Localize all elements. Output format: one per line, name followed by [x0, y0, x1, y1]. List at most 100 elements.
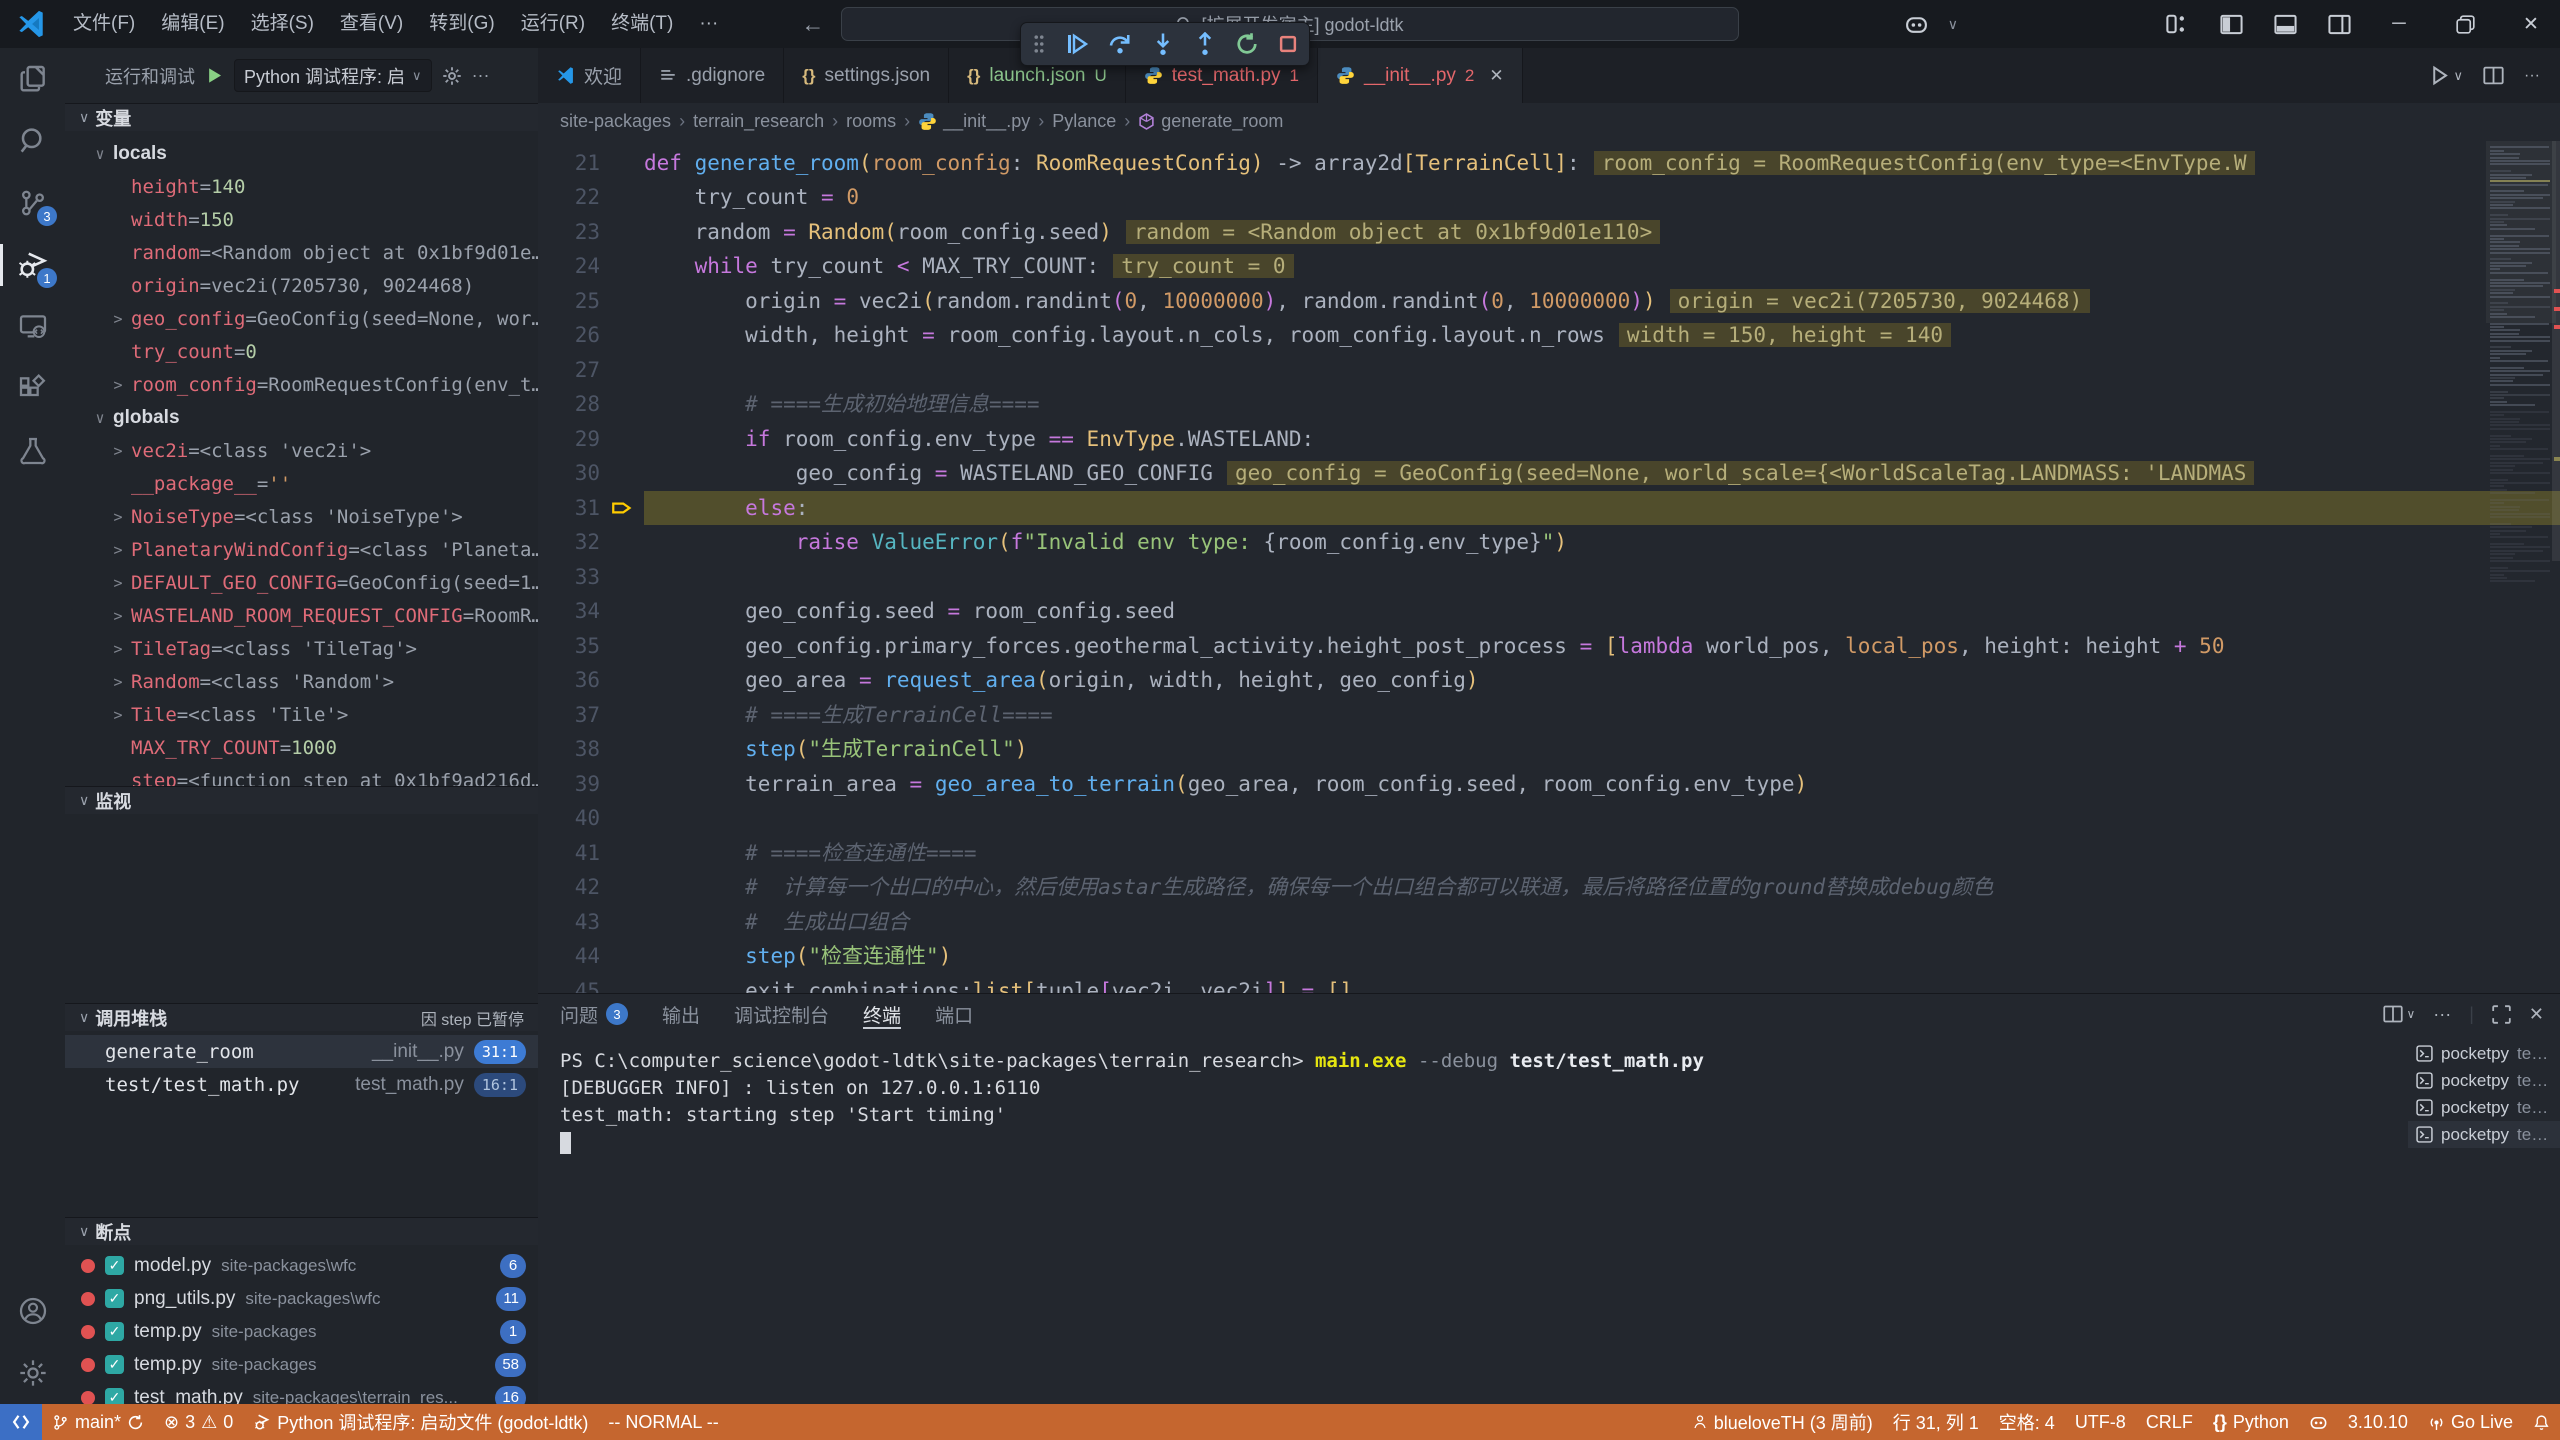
language-mode[interactable]: {}Python [2203, 1404, 2299, 1440]
code-line[interactable]: 45 exit_combinations:list[tuple[vec2i, v… [538, 974, 2560, 994]
call-stack-frame[interactable]: generate_room__init__.py31:1 [65, 1035, 538, 1068]
more-actions-icon[interactable]: ··· [2433, 1004, 2451, 1025]
tab--gdignore[interactable]: .gdignore [641, 48, 784, 103]
code-line[interactable]: 35 geo_config.primary_forces.geothermal_… [538, 629, 2560, 664]
continue-icon[interactable] [1065, 32, 1089, 56]
menu-item[interactable]: 终端(T) [598, 7, 686, 41]
code-line[interactable]: 24 while try_count < MAX_TRY_COUNT:try_c… [538, 249, 2560, 284]
breadcrumb-item[interactable]: generate_room [1138, 111, 1283, 132]
testing-activity-item[interactable] [0, 420, 65, 482]
variable-row[interactable]: width = 150 [65, 203, 538, 236]
watch-header[interactable]: ∨监视 [65, 787, 538, 814]
extensions-activity-item[interactable] [0, 358, 65, 420]
terminal-output[interactable]: PS C:\computer_science\godot-ldtk\site-p… [538, 1034, 2408, 1404]
breadcrumb-item[interactable]: rooms [846, 111, 896, 132]
code-line[interactable]: 40 [538, 801, 2560, 836]
menu-item[interactable]: ··· [686, 7, 731, 41]
back-arrow-icon[interactable]: ← [801, 11, 824, 38]
editor-scrollbar[interactable] [2552, 139, 2560, 993]
indentation[interactable]: 空格: 4 [1989, 1404, 2065, 1440]
code-line[interactable]: 34 geo_config.seed = room_config.seed [538, 594, 2560, 629]
cursor-position[interactable]: 行 31, 列 1 [1883, 1404, 1989, 1440]
code-line[interactable]: 42 # 计算每一个出口的中心，然后使用astar生成路径，确保每一个出口组合都… [538, 870, 2560, 905]
close-panel-icon[interactable]: ✕ [2529, 1004, 2544, 1025]
variable-row[interactable]: >PlanetaryWindConfig = <class 'Planeta… [65, 533, 538, 566]
code-line[interactable]: 39 terrain_area = geo_area_to_terrain(ge… [538, 767, 2560, 802]
run-button[interactable]: ∨ [2429, 65, 2464, 86]
git-branch[interactable]: main* [42, 1404, 154, 1440]
code-line[interactable]: 41 # ====检查连通性==== [538, 836, 2560, 871]
step-into-icon[interactable] [1151, 32, 1175, 56]
code-line[interactable]: 23 random = Random(room_config.seed)rand… [538, 215, 2560, 250]
variable-row[interactable]: MAX_TRY_COUNT = 1000 [65, 731, 538, 764]
split-terminal-icon[interactable]: ∨ [2383, 1004, 2415, 1024]
files-activity-item[interactable] [0, 48, 65, 110]
start-debug-icon[interactable] [205, 66, 224, 85]
code-line[interactable]: 25 origin = vec2i(random.randint(0, 1000… [538, 284, 2560, 319]
code-line[interactable]: 28 # ====生成初始地理信息==== [538, 387, 2560, 422]
debug-activity-item[interactable]: 1 [0, 234, 65, 296]
maximize-panel-icon[interactable] [2492, 1005, 2511, 1024]
menu-item[interactable]: 选择(S) [238, 7, 327, 41]
breakpoint-row[interactable]: ✓temp.pysite-packages58 [65, 1348, 538, 1381]
code-line[interactable]: 44 step("检查连通性") [538, 939, 2560, 974]
code-line[interactable]: 36 geo_area = request_area(origin, width… [538, 663, 2560, 698]
more-actions-icon[interactable]: ··· [472, 65, 490, 86]
variables-header[interactable]: ∨变量 [65, 104, 538, 131]
code-editor[interactable]: 2021def generate_room(room_config: RoomR… [538, 139, 2560, 993]
breadcrumb-item[interactable]: terrain_research [693, 111, 824, 132]
menu-item[interactable]: 文件(F) [60, 7, 148, 41]
terminal-list-item[interactable]: pocketpyte… [2408, 1094, 2560, 1121]
terminal-list-item[interactable]: pocketpyte… [2408, 1067, 2560, 1094]
panel-tab-调试控制台[interactable]: 调试控制台 [734, 994, 829, 1034]
breakpoint-checkbox[interactable]: ✓ [105, 1289, 124, 1308]
variable-row[interactable]: >DEFAULT_GEO_CONFIG = GeoConfig(seed=1… [65, 566, 538, 599]
variable-row[interactable]: >geo_config = GeoConfig(seed=None, wor… [65, 302, 538, 335]
breadcrumb-item[interactable]: Pylance [1052, 111, 1116, 132]
search-activity-item[interactable] [0, 110, 65, 172]
code-line[interactable]: 30 geo_config = WASTELAND_GEO_CONFIGgeo_… [538, 456, 2560, 491]
breakpoint-row[interactable]: ✓temp.pysite-packages1 [65, 1315, 538, 1348]
debug-config-dropdown[interactable]: Python 调试程序: 启 ∨ [234, 59, 432, 92]
chevron-down-icon[interactable]: ∨ [1948, 16, 1958, 33]
variable-row[interactable]: >TileTag = <class 'TileTag'> [65, 632, 538, 665]
close-window-button[interactable]: ✕ [2502, 0, 2560, 48]
step-over-icon[interactable] [1107, 32, 1133, 56]
tab-settings-json[interactable]: {}settings.json [784, 48, 949, 103]
variable-row[interactable]: height = 140 [65, 170, 538, 203]
code-line[interactable]: 43 # 生成出口组合 [538, 905, 2560, 940]
eol[interactable]: CRLF [2136, 1404, 2203, 1440]
git-blame[interactable]: blueloveTH (3 周前) [1682, 1404, 1883, 1440]
source-control-activity-item[interactable]: 3 [0, 172, 65, 234]
debug-settings-gear-icon[interactable] [442, 66, 462, 86]
notifications[interactable] [2523, 1404, 2560, 1440]
debug-config[interactable]: Python 调试程序: 启动文件 (godot-ldtk) [243, 1404, 598, 1440]
breadcrumb-item[interactable]: __init__.py [918, 111, 1030, 132]
breakpoint-row[interactable]: ✓png_utils.pysite-packages\wfc11 [65, 1282, 538, 1315]
variable-group[interactable]: ∨locals [65, 137, 538, 170]
remote-indicator[interactable] [0, 1404, 42, 1440]
code-line[interactable]: 22 try_count = 0 [538, 180, 2560, 215]
panel-tab-终端[interactable]: 终端 [863, 994, 901, 1034]
variable-row[interactable]: >vec2i = <class 'vec2i'> [65, 434, 538, 467]
copilot-icon[interactable] [1894, 7, 1940, 41]
customize-layout-icon[interactable] [2154, 7, 2200, 41]
breadcrumb-item[interactable]: site-packages [560, 111, 671, 132]
menu-item[interactable]: 运行(R) [508, 7, 598, 41]
encoding[interactable]: UTF-8 [2065, 1404, 2136, 1440]
tab--[interactable]: 欢迎 [538, 48, 641, 103]
code-line[interactable]: 21def generate_room(room_config: RoomReq… [538, 146, 2560, 181]
breakpoint-row[interactable]: ✓model.pysite-packages\wfc6 [65, 1249, 538, 1282]
copilot[interactable] [2299, 1404, 2338, 1440]
variable-row[interactable]: origin = vec2i(7205730, 9024468) [65, 269, 538, 302]
menu-item[interactable]: 查看(V) [327, 7, 416, 41]
variable-row[interactable]: >Tile = <class 'Tile'> [65, 698, 538, 731]
variable-row[interactable]: >WASTELAND_ROOM_REQUEST_CONFIG = RoomR… [65, 599, 538, 632]
code-line[interactable]: 38 step("生成TerrainCell") [538, 732, 2560, 767]
breakpoints-header[interactable]: ∨断点 [65, 1218, 538, 1245]
code-line[interactable]: 33 [538, 560, 2560, 595]
code-line[interactable]: 37 # ====生成TerrainCell==== [538, 698, 2560, 733]
toggle-sidebar-icon[interactable] [2208, 7, 2254, 41]
restore-button[interactable] [2436, 0, 2494, 48]
variable-row[interactable]: random = <Random object at 0x1bf9d01e… [65, 236, 538, 269]
